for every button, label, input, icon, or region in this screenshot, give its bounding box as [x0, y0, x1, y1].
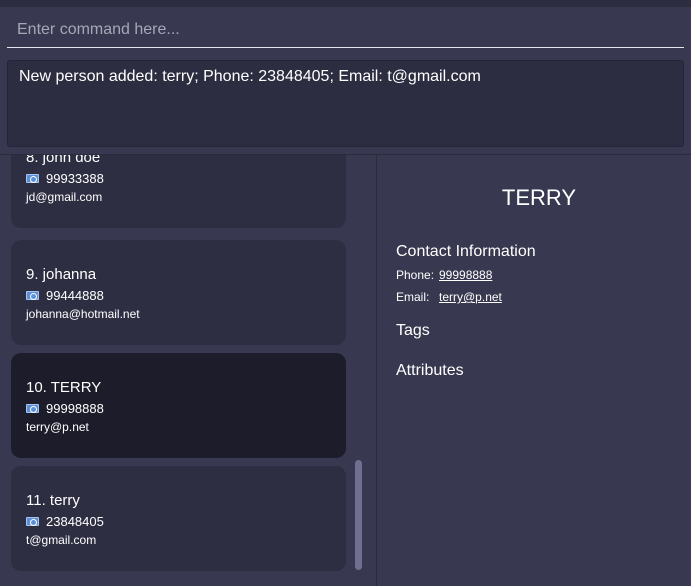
command-box — [7, 12, 684, 48]
phone-icon — [26, 174, 39, 183]
person-phone: 99444888 — [26, 288, 104, 303]
person-name: 8. john doe — [26, 155, 101, 166]
phone-icon — [26, 517, 39, 526]
list-scrollbar[interactable] — [355, 460, 362, 570]
person-phone: 99998888 — [26, 401, 104, 416]
person-card[interactable]: 9. johanna 99444888 johanna@hotmail.net — [11, 240, 346, 345]
menu-bar — [0, 0, 691, 7]
person-phone-value: 99444888 — [46, 288, 104, 303]
command-input[interactable] — [7, 12, 684, 47]
person-phone: 99933388 — [26, 171, 104, 186]
result-text: New person added: terry; Phone: 23848405… — [19, 68, 481, 85]
person-list[interactable]: 8. john doe 99933388 jd@gmail.com 9. joh… — [0, 155, 376, 586]
result-display: New person added: terry; Phone: 23848405… — [7, 60, 684, 147]
tags-heading: Tags — [396, 322, 430, 339]
person-phone-value: 23848405 — [46, 514, 104, 529]
person-card-selected[interactable]: 10. TERRY 99998888 terry@p.net — [11, 353, 346, 458]
person-phone: 23848405 — [26, 514, 104, 529]
person-phone-value: 99933388 — [46, 171, 104, 186]
person-email: t@gmail.com — [26, 533, 97, 547]
person-phone-value: 99998888 — [46, 401, 104, 416]
person-name: 10. TERRY — [26, 379, 102, 396]
detail-name: TERRY — [501, 185, 577, 210]
person-card[interactable]: 8. john doe 99933388 jd@gmail.com — [11, 155, 346, 228]
email-label: Email: — [396, 290, 430, 304]
detail-phone-link[interactable]: 99998888 — [439, 268, 492, 282]
person-name: 11. terry — [26, 492, 80, 509]
person-email: terry@p.net — [26, 420, 89, 434]
detail-email-link[interactable]: terry@p.net — [439, 290, 502, 304]
phone-icon — [26, 291, 39, 300]
attributes-heading: Attributes — [396, 362, 464, 379]
person-detail-panel: TERRY Contact Information Phone: 9999888… — [377, 155, 691, 586]
phone-label: Phone: — [396, 268, 435, 282]
phone-icon — [26, 404, 39, 413]
contact-info-heading: Contact Information — [396, 243, 536, 260]
person-email: jd@gmail.com — [26, 190, 103, 204]
person-name: 9. johanna — [26, 266, 97, 283]
person-email: johanna@hotmail.net — [26, 307, 140, 321]
person-card[interactable]: 11. terry 23848405 t@gmail.com — [11, 466, 346, 571]
